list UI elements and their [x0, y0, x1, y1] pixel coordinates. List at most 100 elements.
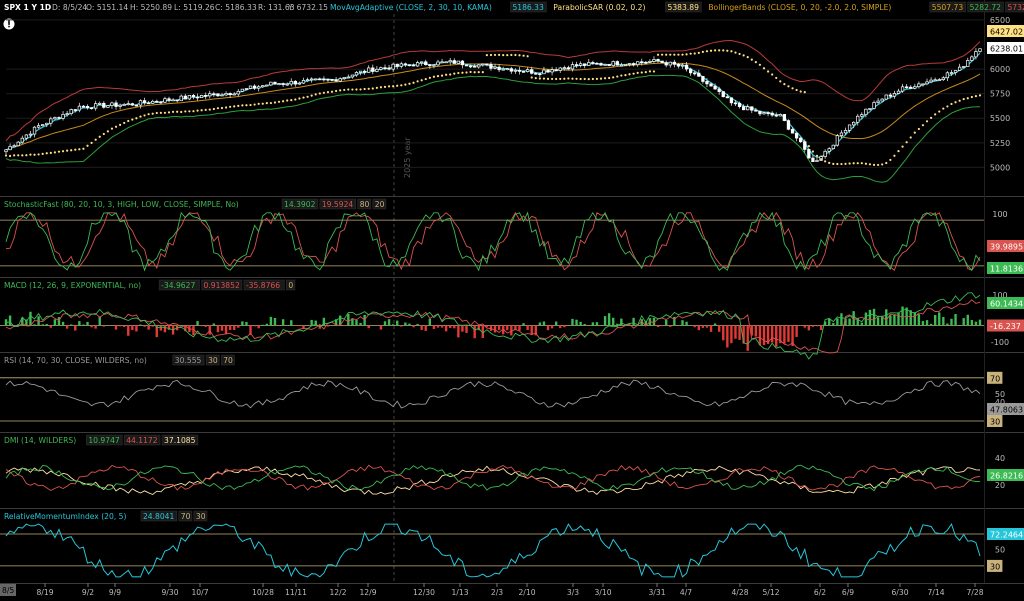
- candle-body: [151, 100, 155, 104]
- candle-body: [827, 148, 831, 152]
- candle-body: [497, 66, 501, 71]
- macd-histogram-bar: [783, 325, 786, 344]
- candle-body: [896, 90, 901, 94]
- symbol-label[interactable]: SPX 1 Y 1D: [4, 3, 51, 12]
- sar-dot: [465, 71, 468, 74]
- candle-body: [305, 79, 310, 82]
- macd-histogram-bar: [819, 325, 823, 330]
- candle-body: [159, 101, 163, 104]
- date-tick: 1/13: [451, 588, 468, 597]
- candle-body: [493, 66, 497, 69]
- macd-histogram-bar: [45, 323, 48, 326]
- macd-histogram-bar: [546, 325, 550, 331]
- candle-body: [966, 60, 970, 67]
- sar-dot: [184, 110, 187, 113]
- candle-body: [485, 63, 489, 66]
- macd-histogram-bar: [607, 313, 611, 326]
- sar-dot: [147, 113, 150, 116]
- indicator-value: 24.8041: [143, 512, 175, 521]
- candle-body: [94, 103, 98, 109]
- sar-dot: [575, 77, 578, 80]
- yearly-value: Y: 6732.15: [287, 3, 328, 12]
- macd-histogram-bar: [8, 315, 12, 326]
- sar-dot: [701, 50, 704, 54]
- sar-dot: [791, 87, 794, 90]
- candle-body: [8, 146, 12, 151]
- candle-body: [839, 132, 844, 137]
- macd-histogram-bar: [416, 323, 419, 326]
- price-tick: 5000: [990, 163, 1010, 172]
- chart-canvas[interactable]: 2025 year SPX 1 Y 1D D: 8/5/24 O: 5151.1…: [0, 0, 1024, 601]
- macd-histogram-bar: [966, 314, 969, 326]
- candle-body: [379, 67, 383, 70]
- macd-histogram-bar: [734, 325, 737, 339]
- rsi-label-30: 30: [990, 418, 1000, 427]
- candle-body: [179, 95, 183, 102]
- macd-histogram-bar: [836, 318, 839, 326]
- macd-histogram-bar: [449, 325, 452, 329]
- sar-dot: [644, 71, 647, 74]
- macd-histogram-bar: [343, 325, 346, 327]
- sar-dot: [200, 109, 203, 112]
- candle-body: [432, 64, 436, 67]
- candle-body: [962, 66, 966, 68]
- candle-body: [436, 61, 440, 66]
- candle-body: [134, 104, 139, 107]
- sar-dot: [538, 77, 541, 80]
- sar-dot: [249, 103, 252, 107]
- sar-dot: [383, 85, 387, 88]
- sar-dot: [583, 77, 586, 81]
- indicator-title: MACD (12, 26, 9, EXPONENTIAL, no): [4, 281, 141, 290]
- sar-dot: [41, 152, 44, 155]
- candle-body: [12, 145, 16, 148]
- candle-body: [334, 79, 338, 82]
- candle-body: [709, 83, 713, 87]
- sar-dot: [921, 124, 925, 127]
- sar-dot: [155, 111, 158, 115]
- sar-dot: [493, 53, 497, 57]
- sar-dot: [78, 148, 81, 151]
- macd-histogram-bar: [722, 325, 725, 341]
- price-tick: 5250: [990, 139, 1010, 148]
- candle-body: [489, 64, 493, 69]
- date-tick: 3/10: [594, 588, 611, 597]
- candle-body: [248, 85, 253, 89]
- indicator-value: 0: [288, 281, 293, 290]
- sar-dot: [375, 86, 378, 89]
- macd-histogram-bar: [257, 325, 260, 329]
- macd-histogram-bar: [237, 325, 240, 328]
- macd-histogram-bar: [396, 320, 399, 326]
- date-value: D: 8/5/24: [52, 3, 87, 12]
- candle-body: [452, 60, 456, 64]
- candle-body: [847, 124, 852, 131]
- sar-dot: [45, 152, 48, 155]
- macd-histogram-bar: [669, 325, 672, 327]
- macd-histogram-bar: [954, 314, 957, 326]
- sar-dot: [697, 51, 700, 54]
- candle-body: [309, 78, 314, 81]
- candle-body: [786, 120, 791, 130]
- indicator-value: 19.5924: [322, 200, 354, 209]
- candle-body: [4, 149, 8, 153]
- sar-dot: [404, 83, 407, 86]
- candle-body: [155, 100, 159, 103]
- candle-body: [318, 78, 322, 81]
- sar-dot: [522, 54, 525, 57]
- sar-dot: [787, 85, 790, 88]
- candle-body: [240, 88, 245, 92]
- sar-dot: [290, 98, 293, 102]
- macd-histogram-bar: [929, 323, 933, 326]
- candle-body: [758, 110, 762, 115]
- macd-histogram-bar: [917, 314, 921, 326]
- macd-histogram-bar: [938, 312, 941, 326]
- sar-dot: [652, 70, 656, 73]
- indicator-title: StochasticFast (80, 20, 10, 3, HIGH, LOW…: [4, 200, 239, 209]
- sar-dot: [897, 150, 900, 153]
- candle-body: [607, 64, 611, 66]
- sar-dot: [864, 162, 867, 165]
- rsi-label-70: 70: [990, 374, 1000, 383]
- sar-dot: [17, 154, 20, 157]
- macd-histogram-bar: [962, 318, 965, 326]
- sar-dot: [836, 162, 839, 166]
- indicator-value: 0.913852: [204, 281, 240, 290]
